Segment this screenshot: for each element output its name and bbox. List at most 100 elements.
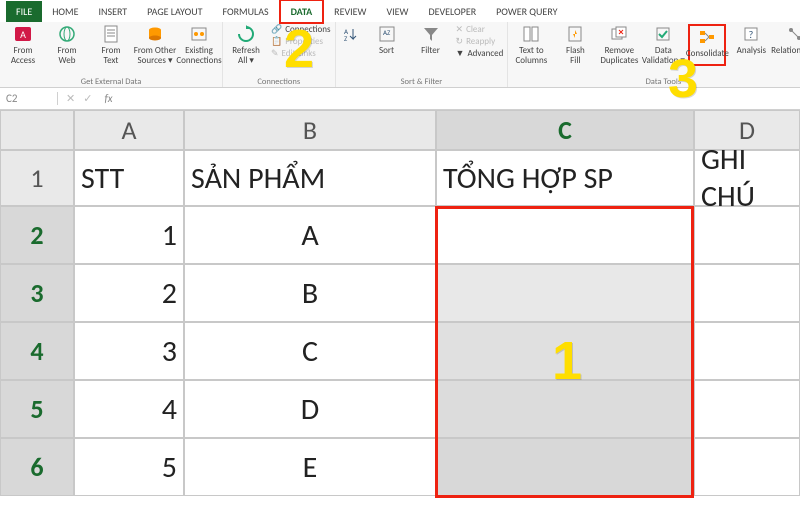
tab-developer[interactable]: DEVELOPER [418,1,486,22]
connections-icon [189,24,209,44]
row-header-2[interactable]: 2 [0,206,74,264]
edit-links-button[interactable]: ✎Edit Links [271,48,331,59]
refresh-all-button[interactable]: Refresh All ▾ [227,24,265,66]
remove-duplicates-icon [609,24,629,44]
tab-review[interactable]: REVIEW [324,1,376,22]
cell-B1[interactable]: SẢN PHẨM [184,150,436,206]
properties-button[interactable]: 📋Properties [271,36,331,47]
row-header-6[interactable]: 6 [0,438,74,496]
clear-button[interactable]: ✕Clear [456,24,504,35]
edit-links-label: Edit Links [282,48,316,59]
from-other-sources-button[interactable]: From Other Sources ▾ [136,24,174,66]
sort-az-button[interactable]: AZ [340,24,362,59]
existing-conn-label: Existing Connections [176,46,221,66]
cell-C5[interactable] [436,380,694,438]
row-header-5[interactable]: 5 [0,380,74,438]
cell-A2[interactable]: 1 [74,206,184,264]
remove-duplicates-button[interactable]: Remove Duplicates [600,24,638,66]
cell-D3[interactable] [694,264,800,322]
cell-D4[interactable] [694,322,800,380]
refresh-all-label: Refresh All ▾ [232,46,260,66]
reapply-button[interactable]: ↻Reapply [456,36,504,47]
sort-button[interactable]: AZ Sort [368,24,406,59]
cell-C6[interactable] [436,438,694,496]
connections-button[interactable]: 🔗Connections [271,24,331,35]
tab-view[interactable]: VIEW [376,1,418,22]
cell-C1[interactable]: TỔNG HỢP SP [436,150,694,206]
row-header-1[interactable]: 1 [0,150,74,206]
cancel-icon[interactable]: ✕ [66,92,75,105]
row-header-4[interactable]: 4 [0,322,74,380]
consolidate-icon [697,27,717,47]
cell-A4[interactable]: 3 [74,322,184,380]
text-to-columns-icon [521,24,541,44]
flash-fill-label: Flash Fill [566,46,585,66]
cell-A1[interactable]: STT [74,150,184,206]
cell-D5[interactable] [694,380,800,438]
tab-page-layout[interactable]: PAGE LAYOUT [137,1,212,22]
cell-B3[interactable]: B [184,264,436,322]
col-header-C[interactable]: C [436,110,694,150]
flash-fill-button[interactable]: Flash Fill [556,24,594,66]
cell-C4[interactable] [436,322,694,380]
cell-A3[interactable]: 2 [74,264,184,322]
from-access-button[interactable]: A From Access [4,24,42,66]
access-icon: A [13,24,33,44]
clear-icon: ✕ [456,24,464,35]
reapply-label: Reapply [466,36,495,47]
tab-file[interactable]: FILE [6,1,42,22]
text-to-columns-button[interactable]: Text to Columns [512,24,550,66]
enter-icon[interactable]: ✓ [83,92,92,105]
cell-D2[interactable] [694,206,800,264]
from-web-button[interactable]: From Web [48,24,86,66]
properties-icon: 📋 [271,36,282,47]
cell-B5[interactable]: D [184,380,436,438]
col-header-B[interactable]: B [184,110,436,150]
data-val-label: Data Validation ▾ [642,46,685,66]
cell-D1[interactable]: GHI CHÚ [694,150,800,206]
consolidate-label: Consolidate [686,49,729,59]
tab-home[interactable]: HOME [42,1,88,22]
col-header-A[interactable]: A [74,110,184,150]
cell-B4[interactable]: C [184,322,436,380]
properties-label: Properties [285,36,323,47]
group-label-data-tools: Data Tools [512,77,800,87]
from-text-button[interactable]: From Text [92,24,130,66]
text-file-icon [101,24,121,44]
refresh-icon [236,24,256,44]
tab-insert[interactable]: INSERT [89,1,138,22]
tab-data[interactable]: DATA [279,0,325,24]
cell-A5[interactable]: 4 [74,380,184,438]
tab-formulas[interactable]: FORMULAS [212,1,278,22]
cell-B2[interactable]: A [184,206,436,264]
worksheet[interactable]: A B C D 1 STT SẢN PHẨM TỔNG HỢP SP GHI C… [0,110,800,496]
database-icon [145,24,165,44]
sort-label: Sort [379,46,394,56]
tab-power-query[interactable]: POWER QUERY [486,1,567,22]
name-box[interactable]: C2 [0,92,58,105]
sort-icon: AZ [377,24,397,44]
group-label-external: Get External Data [4,77,218,87]
filter-stack: ✕Clear ↻Reapply ▼Advanced [456,24,504,59]
reapply-icon: ↻ [456,36,464,47]
svg-text:AZ: AZ [383,28,391,37]
relationships-button[interactable]: Relationships [776,24,800,66]
group-get-external-data: A From Access From Web From Text From Ot… [0,22,223,87]
existing-connections-button[interactable]: Existing Connections [180,24,218,66]
globe-icon [57,24,77,44]
advanced-button[interactable]: ▼Advanced [456,48,504,59]
fx-label[interactable]: fx [100,92,112,105]
filter-button[interactable]: Filter [412,24,450,59]
cell-C3[interactable] [436,264,694,322]
data-validation-button[interactable]: Data Validation ▾ [644,24,682,66]
cell-A6[interactable]: 5 [74,438,184,496]
select-all-corner[interactable] [0,110,74,150]
cell-D6[interactable] [694,438,800,496]
link-icon: 🔗 [271,24,282,35]
cell-C2[interactable] [436,206,694,264]
whatif-button[interactable]: ? Analysis [732,24,770,66]
cell-B6[interactable]: E [184,438,436,496]
whatif-label: Analysis [737,46,766,56]
row-header-3[interactable]: 3 [0,264,74,322]
consolidate-button[interactable]: Consolidate [688,24,726,66]
